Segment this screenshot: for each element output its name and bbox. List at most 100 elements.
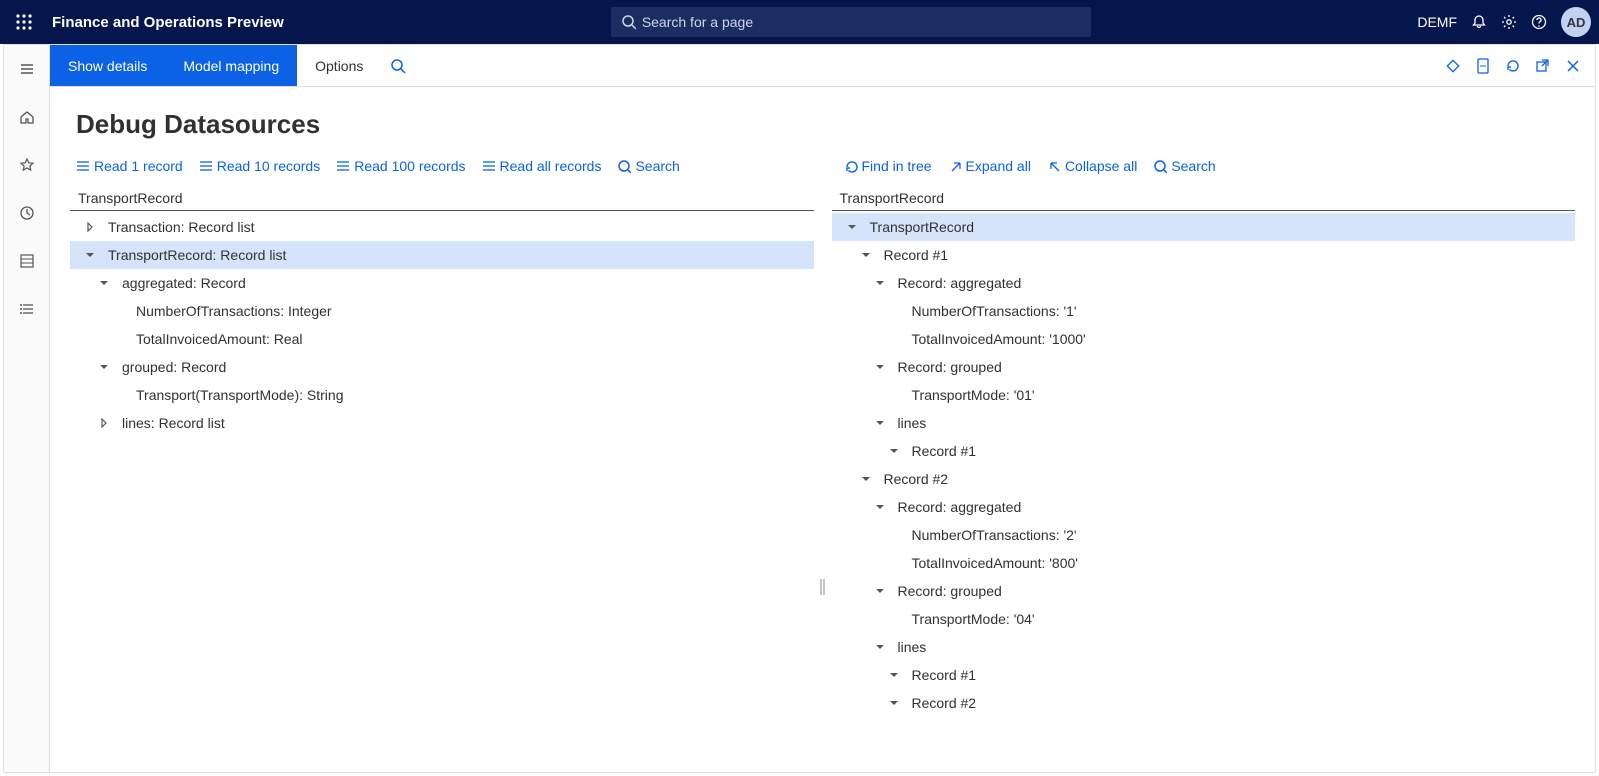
nav-favorites-icon[interactable] (9, 147, 45, 183)
tree-node[interactable]: Transaction: Record list (70, 213, 814, 241)
caret-open-icon[interactable] (886, 695, 902, 711)
tree-node[interactable]: NumberOfTransactions: '2' (832, 521, 1576, 549)
attach-diamond-icon[interactable] (1445, 58, 1461, 74)
caret-open-icon[interactable] (872, 583, 888, 599)
tree-node-label: TransportMode: '04' (912, 611, 1035, 627)
caret-open-icon[interactable] (872, 415, 888, 431)
tree-node[interactable]: TotalInvoicedAmount: '800' (832, 549, 1576, 577)
nav-rail (4, 45, 50, 772)
app-launcher-icon[interactable] (8, 6, 40, 38)
tree-node[interactable]: TransportRecord (832, 213, 1576, 241)
tree-node[interactable]: aggregated: Record (70, 269, 814, 297)
right-search-button[interactable]: Search (1153, 158, 1215, 174)
left-tree[interactable]: Transaction: Record list TransportRecord:… (70, 213, 814, 772)
tree-node[interactable]: Record: aggregated (832, 493, 1576, 521)
read-all-records-button[interactable]: Read all records (482, 158, 602, 174)
tree-node[interactable]: Transport(TransportMode): String (70, 381, 814, 409)
caret-open-icon[interactable] (82, 247, 98, 263)
collapse-all-button[interactable]: Collapse all (1047, 158, 1137, 174)
company-code[interactable]: DEMF (1417, 14, 1457, 30)
help-icon[interactable] (1531, 14, 1547, 30)
caret-open-icon[interactable] (858, 471, 874, 487)
read-100-records-button[interactable]: Read 100 records (336, 158, 465, 174)
page-title: Debug Datasources (50, 87, 1595, 154)
nav-recent-icon[interactable] (9, 195, 45, 231)
notifications-icon[interactable] (1471, 14, 1487, 30)
caret-open-icon[interactable] (844, 219, 860, 235)
tree-node-label: lines (898, 639, 927, 655)
tree-node-label: Record #1 (884, 247, 949, 263)
app-title: Finance and Operations Preview (52, 14, 284, 31)
page-icon[interactable] (1475, 58, 1491, 74)
tree-node-label: Record #1 (912, 667, 977, 683)
tree-node-label: Record: grouped (898, 583, 1002, 599)
tree-node-label: Record: grouped (898, 359, 1002, 375)
tree-node-label: NumberOfTransactions: '2' (912, 527, 1077, 543)
action-search-icon[interactable] (381, 45, 415, 86)
nav-workspaces-icon[interactable] (9, 243, 45, 279)
caret-open-icon[interactable] (872, 499, 888, 515)
find-in-tree-button[interactable]: Find in tree (844, 158, 932, 174)
tree-node[interactable]: Record #1 (832, 437, 1576, 465)
tree-node[interactable]: NumberOfTransactions: Integer (70, 297, 814, 325)
caret-open-icon[interactable] (886, 443, 902, 459)
expand-all-button[interactable]: Expand all (948, 158, 1031, 174)
refresh-icon[interactable] (1505, 58, 1521, 74)
left-panel-toolbar: Read 1 record Read 10 records Read 100 r… (70, 154, 808, 178)
tree-node[interactable]: TotalInvoicedAmount: Real (70, 325, 814, 353)
read-10-records-button[interactable]: Read 10 records (199, 158, 321, 174)
tree-node-label: Transaction: Record list (108, 219, 255, 235)
tree-node[interactable]: lines (832, 409, 1576, 437)
left-panel-header: TransportRecord (70, 182, 814, 211)
tree-node[interactable]: Record #1 (832, 241, 1576, 269)
tree-node[interactable]: TransportMode: '01' (832, 381, 1576, 409)
options-button[interactable]: Options (297, 45, 381, 86)
show-details-button[interactable]: Show details (50, 45, 165, 86)
caret-open-icon[interactable] (886, 667, 902, 683)
model-mapping-button[interactable]: Model mapping (165, 45, 297, 86)
tree-node-label: Record: aggregated (898, 499, 1022, 515)
caret-open-icon[interactable] (858, 247, 874, 263)
caret-open-icon[interactable] (872, 359, 888, 375)
tree-node-label: Record #2 (912, 695, 977, 711)
right-tree[interactable]: TransportRecord Record #1 Record: aggregat… (832, 213, 1576, 772)
global-search[interactable] (611, 7, 1091, 37)
tree-node[interactable]: NumberOfTransactions: '1' (832, 297, 1576, 325)
tree-node[interactable]: Record: grouped (832, 353, 1576, 381)
nav-modules-icon[interactable] (9, 291, 45, 327)
tree-node[interactable]: TransportMode: '04' (832, 605, 1576, 633)
caret-open-icon[interactable] (96, 359, 112, 375)
tree-node-label: Record: aggregated (898, 275, 1022, 291)
tree-node[interactable]: grouped: Record (70, 353, 814, 381)
tree-node[interactable]: Record: aggregated (832, 269, 1576, 297)
caret-open-icon[interactable] (872, 275, 888, 291)
tree-node[interactable]: Record: grouped (832, 577, 1576, 605)
nav-home-icon[interactable] (9, 99, 45, 135)
tree-node[interactable]: lines (832, 633, 1576, 661)
tree-node-label: NumberOfTransactions: '1' (912, 303, 1077, 319)
panel-splitter[interactable] (814, 402, 832, 772)
tree-node[interactable]: Record #1 (832, 661, 1576, 689)
close-icon[interactable] (1565, 58, 1581, 74)
left-search-button[interactable]: Search (617, 158, 679, 174)
tree-node[interactable]: Record #2 (832, 465, 1576, 493)
tree-node[interactable]: Record #2 (832, 689, 1576, 717)
caret-closed-icon[interactable] (82, 219, 98, 235)
tree-node-label: Transport(TransportMode): String (136, 387, 343, 403)
tree-node-label: TransportMode: '01' (912, 387, 1035, 403)
user-avatar[interactable]: AD (1561, 7, 1591, 37)
popout-icon[interactable] (1535, 58, 1551, 74)
tree-node-label: TransportRecord (870, 219, 975, 235)
read-1-record-button[interactable]: Read 1 record (76, 158, 183, 174)
global-search-input[interactable] (642, 14, 1081, 30)
tree-node[interactable]: TransportRecord: Record list (70, 241, 814, 269)
tree-node-label: grouped: Record (122, 359, 226, 375)
tree-node[interactable]: TotalInvoicedAmount: '1000' (832, 325, 1576, 353)
caret-open-icon[interactable] (96, 275, 112, 291)
settings-icon[interactable] (1501, 14, 1517, 30)
caret-open-icon[interactable] (872, 639, 888, 655)
tree-node[interactable]: lines: Record list (70, 409, 814, 437)
topbar: Finance and Operations Preview DEMF AD (0, 0, 1599, 44)
caret-closed-icon[interactable] (96, 415, 112, 431)
nav-hamburger-icon[interactable] (9, 51, 45, 87)
